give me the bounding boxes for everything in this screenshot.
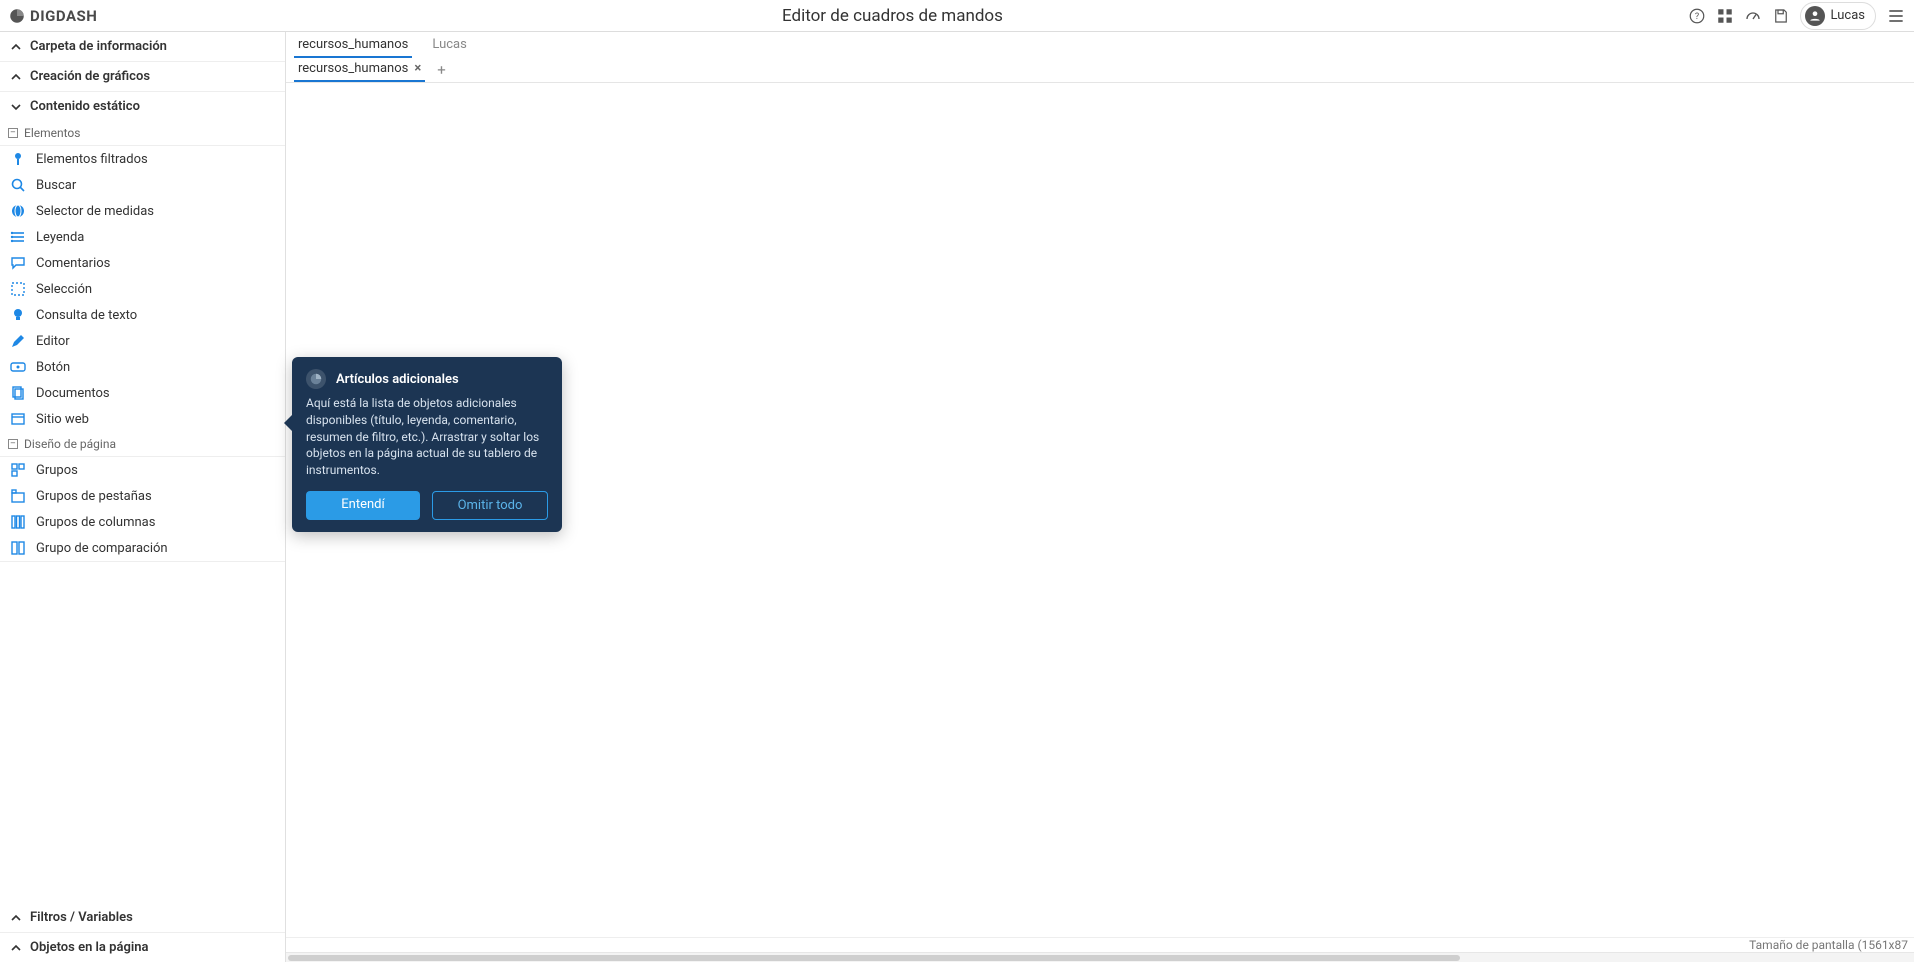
tab-recursos-humanos[interactable]: recursos_humanos (294, 34, 412, 58)
tab-lucas[interactable]: Lucas (428, 34, 470, 58)
hamburger-icon[interactable] (1886, 6, 1906, 26)
add-tab-button[interactable]: + (433, 61, 450, 79)
tooltip-secondary-button[interactable]: Omitir todo (432, 491, 548, 520)
chevron-up-icon (10, 942, 22, 954)
sidebar-item-search[interactable]: Buscar (0, 172, 285, 198)
gauge-icon[interactable] (1744, 7, 1762, 25)
tooltip-title: Artículos adicionales (336, 372, 459, 387)
sidebar-item-text-query[interactable]: Consulta de texto (0, 302, 285, 328)
sidebar-item-website[interactable]: Sitio web (0, 406, 285, 432)
avatar-icon (1805, 6, 1825, 26)
sidebar-group-page-design[interactable]: – Diseño de página (0, 432, 285, 457)
sidebar-item-editor[interactable]: Editor (0, 328, 285, 354)
brand-text: DIGDASH (30, 7, 97, 25)
subtab-recursos-humanos[interactable]: recursos_humanos × (294, 58, 425, 82)
user-name: Lucas (1831, 8, 1865, 23)
globe-icon (10, 203, 26, 219)
tooltip-primary-button[interactable]: Entendí (306, 491, 420, 520)
sidebar-section-page-objects[interactable]: Objetos en la página (0, 933, 285, 962)
legend-icon (10, 229, 26, 245)
documents-icon (10, 385, 26, 401)
sidebar-item-filtered-elements[interactable]: Elementos filtrados (0, 146, 285, 172)
svg-text:?: ? (1694, 12, 1698, 22)
sidebar-section-filters-vars[interactable]: Filtros / Variables (0, 903, 285, 932)
sidebar-item-selection[interactable]: Selección (0, 276, 285, 302)
sidebar-item-column-groups[interactable]: Grupos de columnas (0, 509, 285, 535)
secondary-tabs: recursos_humanos × + (286, 58, 1914, 83)
status-bar: Tamaño de pantalla (1561x87 (286, 937, 1914, 952)
sidebar-section-charts[interactable]: Creación de gráficos (0, 62, 285, 91)
column-groups-icon (10, 514, 26, 530)
sidebar-item-measure-selector[interactable]: Selector de medidas (0, 198, 285, 224)
grid-icon[interactable] (1716, 7, 1734, 25)
comment-icon (10, 255, 26, 271)
bulb-icon (10, 307, 26, 323)
sidebar-item-button[interactable]: Botón (0, 354, 285, 380)
sidebar-group-elements[interactable]: – Elementos (0, 121, 285, 146)
sidebar-item-comments[interactable]: Comentarios (0, 250, 285, 276)
page-title: Editor de cuadros de mandos (97, 6, 1687, 26)
collapse-icon: – (8, 439, 18, 449)
horizontal-scrollbar[interactable] (286, 952, 1914, 962)
collapse-icon: – (8, 128, 18, 138)
onboarding-tooltip: Artículos adicionales Aquí está la lista… (292, 357, 562, 532)
app-header: DIGDASH Editor de cuadros de mandos ? Lu… (0, 0, 1914, 32)
search-icon (10, 177, 26, 193)
scrollbar-thumb[interactable] (288, 955, 1460, 961)
sidebar-section-info-folder[interactable]: Carpeta de información (0, 32, 285, 61)
user-menu[interactable]: Lucas (1800, 2, 1876, 30)
close-icon[interactable]: × (414, 61, 421, 76)
primary-tabs: recursos_humanos Lucas (286, 32, 1914, 58)
header-actions: ? Lucas (1688, 2, 1906, 30)
tooltip-icon (306, 369, 326, 389)
chevron-down-icon (10, 101, 22, 113)
sidebar-item-compare-group[interactable]: Grupo de comparación (0, 535, 285, 561)
selection-icon (10, 281, 26, 297)
button-icon (10, 359, 26, 375)
chevron-up-icon (10, 71, 22, 83)
filter-pin-icon (10, 151, 26, 167)
save-icon[interactable] (1772, 7, 1790, 25)
website-icon (10, 411, 26, 427)
compare-icon (10, 540, 26, 556)
sidebar: Carpeta de información Creación de gráfi… (0, 32, 286, 962)
chevron-up-icon (10, 912, 22, 924)
pencil-icon (10, 333, 26, 349)
brand-logo: DIGDASH (8, 7, 97, 25)
sidebar-item-documents[interactable]: Documentos (0, 380, 285, 406)
chevron-up-icon (10, 41, 22, 53)
sidebar-section-static-content[interactable]: Contenido estático (0, 92, 285, 121)
tooltip-body: Aquí está la lista de objetos adicionale… (306, 395, 548, 479)
groups-icon (10, 462, 26, 478)
sidebar-item-groups[interactable]: Grupos (0, 457, 285, 483)
sidebar-item-legend[interactable]: Leyenda (0, 224, 285, 250)
help-icon[interactable]: ? (1688, 7, 1706, 25)
sidebar-item-tab-groups[interactable]: Grupos de pestañas (0, 483, 285, 509)
brand-icon (8, 7, 26, 25)
tab-groups-icon (10, 488, 26, 504)
